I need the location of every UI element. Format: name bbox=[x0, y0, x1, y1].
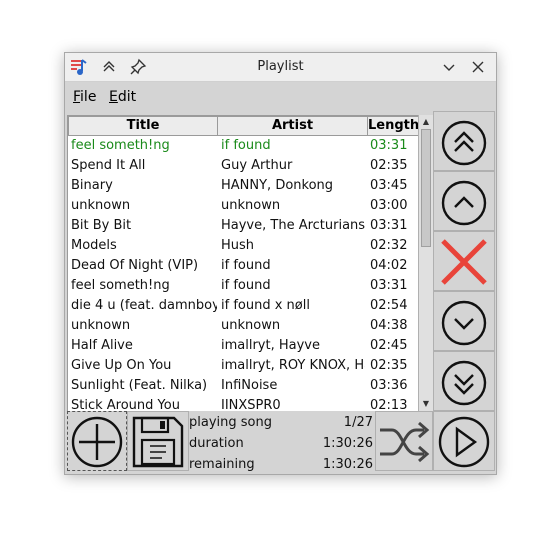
track-length: 03:31 bbox=[370, 278, 408, 293]
save-playlist-button[interactable] bbox=[127, 411, 189, 471]
track-length: 04:02 bbox=[370, 258, 408, 273]
track-artist: unknown bbox=[221, 318, 281, 333]
track-artist: Hayve, The Arcturians bbox=[221, 218, 365, 233]
track-title: Dead Of Night (VIP) bbox=[71, 258, 199, 273]
remove-track-button[interactable] bbox=[433, 231, 495, 291]
table-row[interactable]: Models Hush 02:32 bbox=[68, 236, 433, 256]
track-title: feel someth!ng bbox=[71, 138, 170, 153]
track-length: 03:31 bbox=[370, 218, 408, 233]
track-length: 03:31 bbox=[370, 138, 408, 153]
track-artist: InfiNoise bbox=[221, 378, 278, 393]
table-row[interactable]: Sunlight (Feat. Nilka) InfiNoise 03:36 bbox=[68, 376, 433, 396]
track-artist: Hush bbox=[221, 238, 255, 253]
track-length: 03:00 bbox=[370, 198, 408, 213]
track-length: 02:32 bbox=[370, 238, 408, 253]
track-artist: if found bbox=[221, 278, 271, 293]
playlist-scrollbar[interactable]: ▲ ▼ bbox=[418, 115, 433, 411]
play-icon bbox=[438, 416, 490, 468]
track-title: Models bbox=[71, 238, 117, 253]
scrollbar-thumb[interactable] bbox=[421, 129, 431, 247]
move-to-bottom-icon bbox=[441, 360, 487, 406]
track-artist: unknown bbox=[221, 198, 281, 213]
shuffle-icon bbox=[380, 421, 430, 463]
track-title: feel someth!ng bbox=[71, 278, 170, 293]
table-row[interactable]: feel someth!ng if found 03:31 bbox=[68, 136, 433, 156]
move-to-top-button[interactable] bbox=[433, 111, 495, 171]
track-artist: if found x nøll bbox=[221, 298, 310, 313]
track-title: Half Alive bbox=[71, 338, 133, 353]
track-artist: if found bbox=[221, 258, 271, 273]
playlist-window: Playlist File Edit Title Artist Length f… bbox=[64, 52, 497, 475]
remaining-label: remaining bbox=[189, 457, 255, 472]
add-track-button[interactable] bbox=[67, 411, 127, 471]
playing-label: playing song bbox=[189, 415, 272, 430]
add-icon bbox=[71, 416, 123, 468]
column-header-title[interactable]: Title bbox=[68, 116, 218, 136]
track-artist: HANNY, Donkong bbox=[221, 178, 334, 193]
track-length: 02:54 bbox=[370, 298, 408, 313]
table-row[interactable]: Dead Of Night (VIP) if found 04:02 bbox=[68, 256, 433, 276]
move-down-button[interactable] bbox=[433, 291, 495, 351]
window-title: Playlist bbox=[257, 59, 304, 74]
track-length: 02:45 bbox=[370, 338, 408, 353]
track-title: die 4 u (feat. damnboy bbox=[71, 298, 217, 313]
table-row[interactable]: unknown unknown 03:00 bbox=[68, 196, 433, 216]
table-row[interactable]: Give Up On You imallryt, ROY KNOX, Ha 02:3… bbox=[68, 356, 433, 376]
save-icon bbox=[132, 416, 184, 468]
menu-file-mnemonic: F bbox=[73, 89, 81, 105]
column-header-length[interactable]: Length bbox=[367, 116, 419, 136]
remove-x-icon bbox=[441, 239, 487, 285]
playlist-table[interactable]: Title Artist Length feel someth!ng if fou… bbox=[67, 115, 434, 413]
track-length: 02:35 bbox=[370, 358, 408, 373]
track-title: Give Up On You bbox=[71, 358, 172, 373]
table-row[interactable]: Binary HANNY, Donkong 03:45 bbox=[68, 176, 433, 196]
track-title: Bit By Bit bbox=[71, 218, 132, 233]
remaining-value: 1:30:26 bbox=[322, 457, 373, 472]
track-length: 02:35 bbox=[370, 158, 408, 173]
move-to-top-icon bbox=[441, 120, 487, 166]
duration-label: duration bbox=[189, 436, 244, 451]
menu-bar: File Edit bbox=[65, 82, 496, 112]
play-button[interactable] bbox=[433, 411, 495, 471]
track-length: 03:45 bbox=[370, 178, 408, 193]
table-row[interactable]: feel someth!ng if found 03:31 bbox=[68, 276, 433, 296]
title-bar[interactable]: Playlist bbox=[65, 53, 496, 82]
menu-file-rest: ile bbox=[80, 89, 97, 105]
chevron-down-icon bbox=[441, 300, 487, 346]
track-artist: imallryt, ROY KNOX, Ha bbox=[221, 358, 365, 373]
table-row[interactable]: Bit By Bit Hayve, The Arcturians 03:31 bbox=[68, 216, 433, 236]
track-title: Sunlight (Feat. Nilka) bbox=[71, 378, 208, 393]
move-to-bottom-button[interactable] bbox=[433, 351, 495, 411]
playing-value: 1/27 bbox=[343, 415, 373, 430]
table-row[interactable]: die 4 u (feat. damnboy if found x nøll 02:… bbox=[68, 296, 433, 316]
track-artist: if found bbox=[221, 138, 271, 153]
scroll-down-icon[interactable]: ▼ bbox=[421, 399, 431, 409]
chevron-up-icon bbox=[441, 180, 487, 226]
shuffle-button[interactable] bbox=[375, 411, 433, 471]
track-length: 03:36 bbox=[370, 378, 408, 393]
column-header-artist[interactable]: Artist bbox=[217, 116, 368, 136]
menu-edit[interactable]: Edit bbox=[109, 89, 136, 105]
track-length: 04:38 bbox=[370, 318, 408, 333]
menu-edit-rest: dit bbox=[117, 89, 137, 105]
move-up-button[interactable] bbox=[433, 171, 495, 231]
table-row[interactable]: Half Alive imallryt, Hayve 02:45 bbox=[68, 336, 433, 356]
track-title: unknown bbox=[71, 198, 131, 213]
table-row[interactable]: unknown unknown 04:38 bbox=[68, 316, 433, 336]
scroll-up-icon[interactable]: ▲ bbox=[421, 117, 431, 127]
menu-edit-mnemonic: E bbox=[109, 89, 118, 105]
close-icon[interactable] bbox=[468, 57, 488, 77]
minimize-icon[interactable] bbox=[439, 57, 459, 77]
menu-file[interactable]: File bbox=[73, 89, 96, 105]
track-title: Spend It All bbox=[71, 158, 146, 173]
track-title: Binary bbox=[71, 178, 113, 193]
track-artist: Guy Arthur bbox=[221, 158, 293, 173]
duration-value: 1:30:26 bbox=[322, 436, 373, 451]
playback-info: playing song 1/27 duration 1:30:26 remai… bbox=[189, 411, 375, 473]
table-row[interactable]: Spend It All Guy Arthur 02:35 bbox=[68, 156, 433, 176]
track-title: unknown bbox=[71, 318, 131, 333]
track-artist: imallryt, Hayve bbox=[221, 338, 320, 353]
